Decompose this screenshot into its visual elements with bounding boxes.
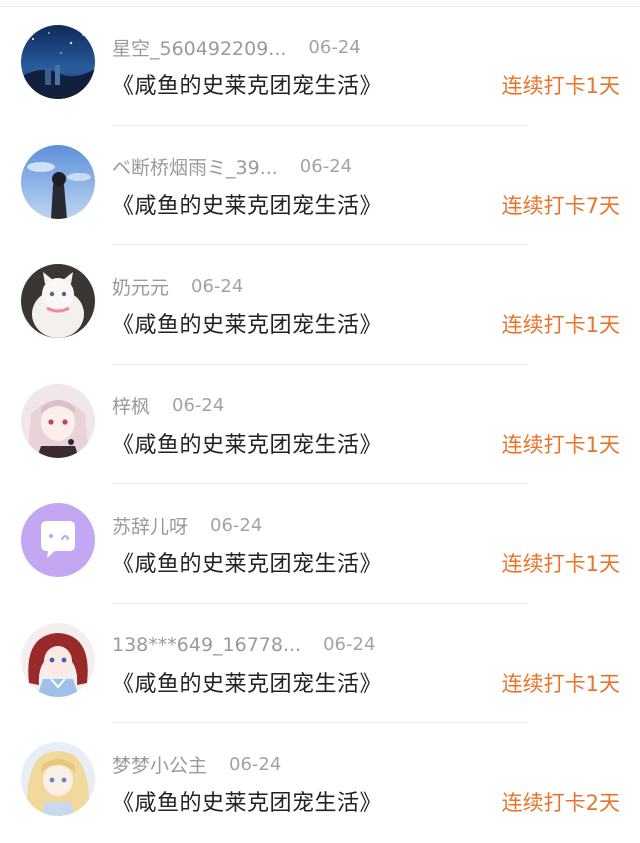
list-item[interactable]: 梓枫 06-24 《咸鱼的史莱克团宠生活》 连续打卡1天 [0,365,640,484]
streak-badge: 连续打卡1天 [501,313,620,337]
item-meta: 138***649_16778... 06-24 [112,632,375,658]
list-item[interactable]: 138***649_16778... 06-24 《咸鱼的史莱克团宠生活》 连续… [0,604,640,723]
checkin-date: 06-24 [210,514,263,536]
checkin-date: 06-24 [299,156,353,177]
book-title[interactable]: 《咸鱼的史莱克团宠生活》 [112,307,382,339]
checkin-date: 06-24 [229,753,282,775]
streak-badge: 连续打卡1天 [501,552,620,576]
checkin-date: 06-24 [172,395,225,416]
starry-sky-avatar-icon[interactable] [21,25,95,99]
book-title[interactable]: 《咸鱼的史莱克团宠生活》 [112,427,382,459]
item-meta: ベ断桥烟雨ミ_39... 06-24 [112,154,352,180]
checkin-date: 06-24 [191,275,244,297]
checkin-date: 06-24 [323,634,376,655]
item-meta: 梓枫 06-24 [112,393,224,419]
list-item[interactable]: 奶元元 06-24 《咸鱼的史莱克团宠生活》 连续打卡1天 [0,245,640,365]
streak-badge: 连续打卡1天 [501,432,620,457]
checkin-date: 06-24 [308,36,361,58]
book-title[interactable]: 《咸鱼的史莱克团宠生活》 [112,546,382,578]
book-title[interactable]: 《咸鱼的史莱克团宠生活》 [112,68,382,100]
anime-girl-pink-avatar-icon[interactable] [21,383,95,458]
username[interactable]: 梓枫 [112,392,150,419]
username[interactable]: 梦梦小公主 [112,751,207,778]
anime-girl-red-hair-avatar-icon[interactable] [21,622,95,697]
item-meta: 星空_560492209... 06-24 [112,34,361,60]
username[interactable]: ベ断桥烟雨ミ_39... [112,153,278,180]
white-cat-avatar-icon[interactable] [21,264,95,338]
list-item[interactable]: 苏辞儿呀 06-24 《咸鱼的史莱克团宠生活》 连续打卡1天 [0,484,640,604]
username[interactable]: 138***649_16778... [112,634,301,656]
item-meta: 奶元元 06-24 [112,273,243,299]
list-item[interactable]: ベ断桥烟雨ミ_39... 06-24 《咸鱼的史莱克团宠生活》 连续打卡7天 [0,126,640,245]
chat-bubble-avatar-icon[interactable] [21,503,95,577]
girl-sky-avatar-icon[interactable] [21,144,95,219]
book-title[interactable]: 《咸鱼的史莱克团宠生活》 [112,785,382,817]
list-item[interactable]: 星空_560492209... 06-24 《咸鱼的史莱克团宠生活》 连续打卡1… [0,6,640,126]
book-title[interactable]: 《咸鱼的史莱克团宠生活》 [112,188,382,220]
streak-badge: 连续打卡2天 [501,791,620,815]
username[interactable]: 奶元元 [112,273,169,300]
anime-girl-blonde-avatar-icon[interactable] [21,742,95,816]
book-title[interactable]: 《咸鱼的史莱克团宠生活》 [112,666,382,698]
streak-badge: 连续打卡7天 [501,193,620,218]
streak-badge: 连续打卡1天 [501,671,620,696]
username[interactable]: 星空_560492209... [112,34,286,61]
list-item[interactable]: 梦梦小公主 06-24 《咸鱼的史莱克团宠生活》 连续打卡2天 [0,723,640,843]
item-meta: 梦梦小公主 06-24 [112,751,281,777]
username[interactable]: 苏辞儿呀 [112,512,188,539]
item-meta: 苏辞儿呀 06-24 [112,512,262,538]
checkin-list: 星空_560492209... 06-24 《咸鱼的史莱克团宠生活》 连续打卡1… [0,6,640,843]
streak-badge: 连续打卡1天 [501,74,620,98]
